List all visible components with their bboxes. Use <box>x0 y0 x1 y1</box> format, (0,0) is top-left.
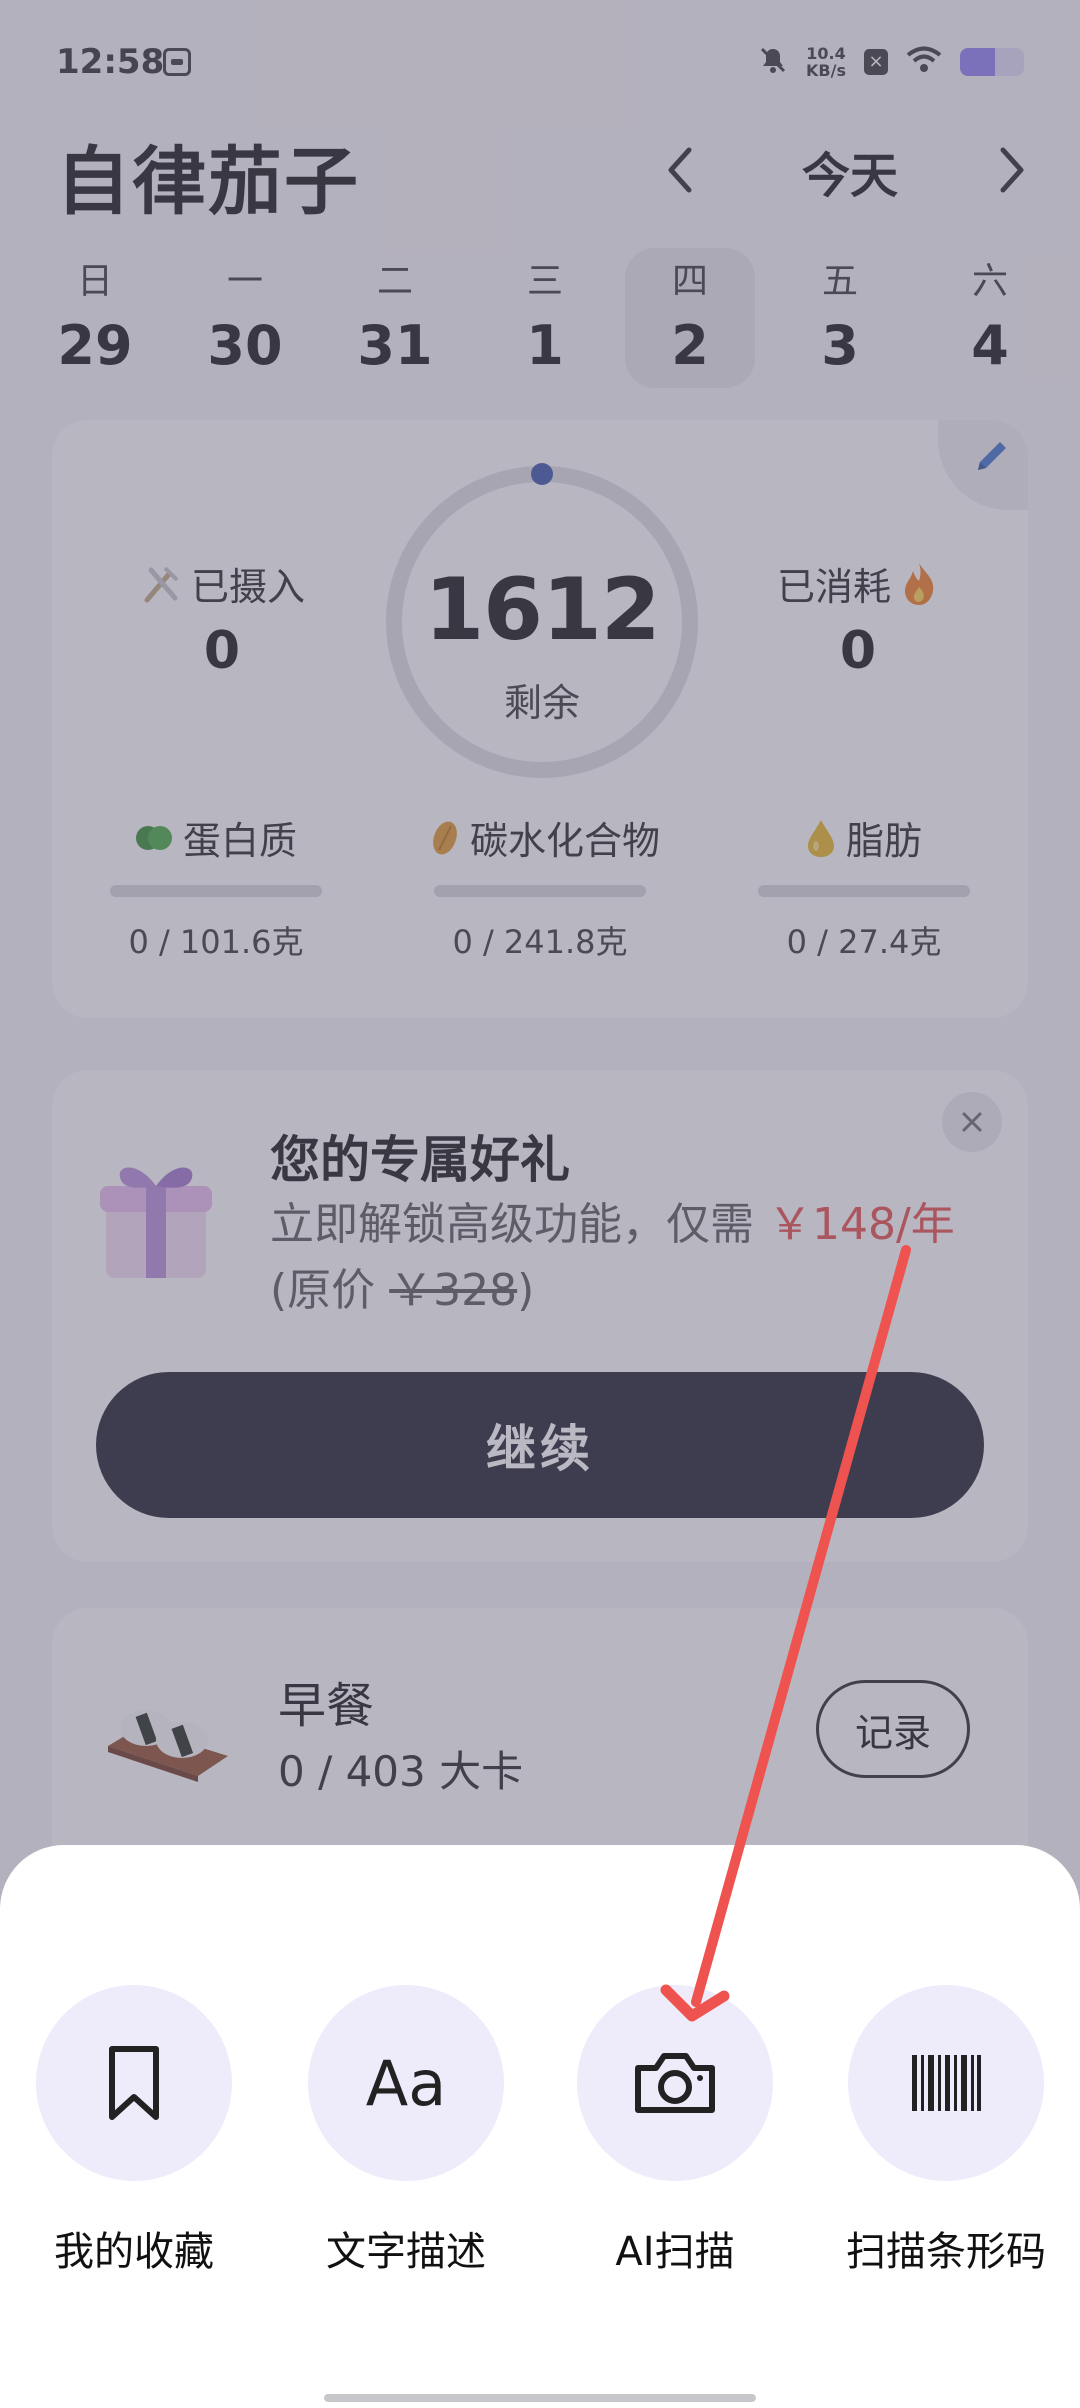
action-label: AI扫描 <box>615 2229 735 2275</box>
bookmark-icon <box>109 2046 159 2120</box>
action-label: 文字描述 <box>326 2229 486 2275</box>
ai-scan-action-circle[interactable] <box>577 1985 773 2181</box>
barcode-icon <box>912 2055 981 2111</box>
action-label: 我的收藏 <box>54 2229 214 2275</box>
action-label: 扫描条形码 <box>846 2229 1046 2275</box>
add-food-bottom-sheet: 我的收藏 Aa 文字描述 AI扫描 扫描条形码 <box>0 1845 1080 2408</box>
barcode-action-circle[interactable] <box>848 1985 1044 2181</box>
text-action-circle[interactable]: Aa <box>308 1985 504 2181</box>
home-indicator[interactable] <box>324 2394 756 2402</box>
barcode-scan-action[interactable]: 扫描条形码 <box>816 1985 1076 2277</box>
text-icon: Aa <box>365 2046 447 2120</box>
camera-icon <box>635 2053 715 2113</box>
text-describe-action[interactable]: Aa 文字描述 <box>276 1985 536 2277</box>
app-root: 12:58 10.4 KB/s × 自律茄子 今天 日 29 一30 二 31 … <box>0 0 1080 2408</box>
favorites-action-circle[interactable] <box>36 1985 232 2181</box>
favorites-action[interactable]: 我的收藏 <box>4 1985 264 2277</box>
ai-scan-action[interactable]: AI扫描 <box>545 1985 805 2277</box>
